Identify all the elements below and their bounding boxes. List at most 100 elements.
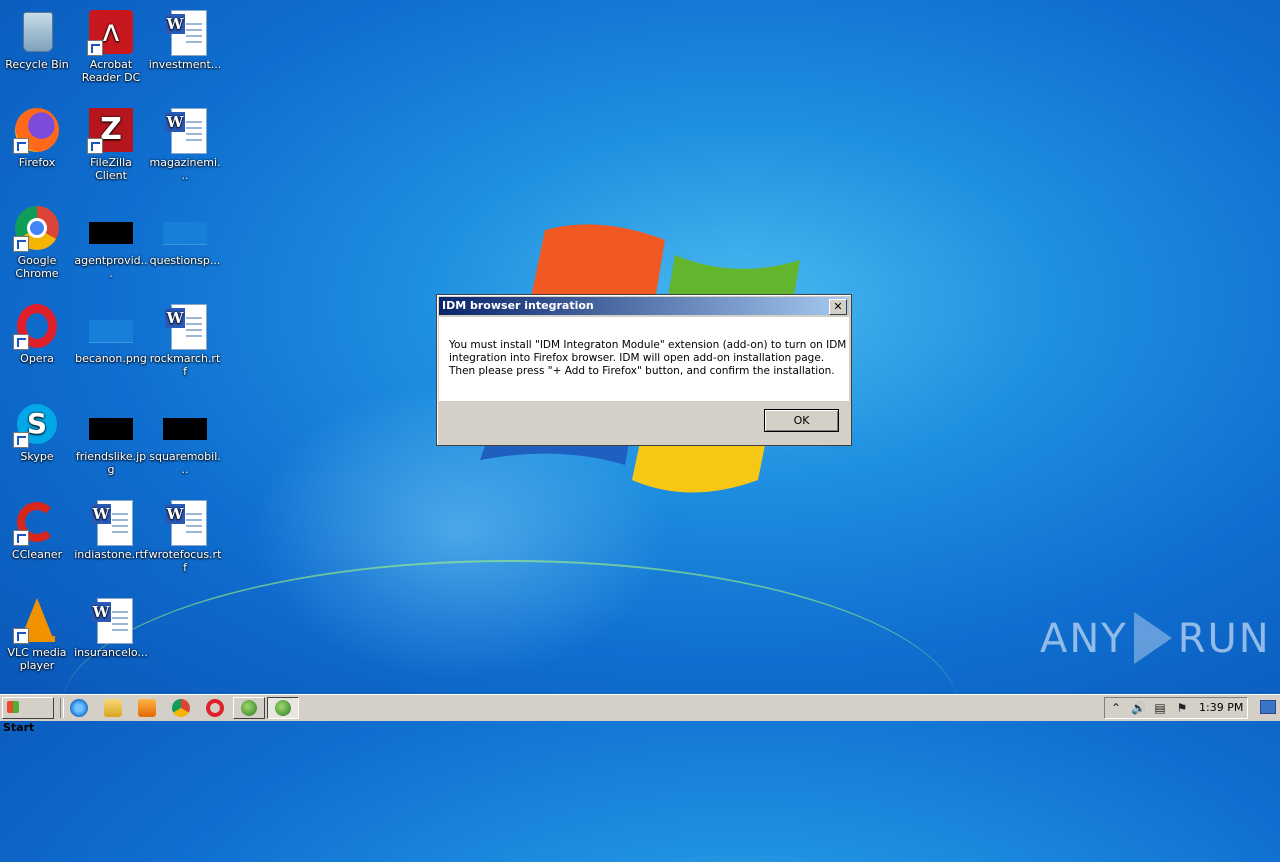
desktop-icon-filezilla[interactable]: Z FileZilla Client	[74, 102, 148, 182]
shortcut-arrow-icon	[13, 628, 29, 644]
ccleaner-icon	[13, 498, 61, 546]
taskbar-task-idm[interactable]	[233, 697, 265, 719]
desktop-icon-magazinemi[interactable]: W magazinemi...	[148, 102, 222, 182]
desktop-icon-acrobat[interactable]: ʌ Acrobat Reader DC	[74, 4, 148, 84]
icon-label: Acrobat Reader DC	[81, 58, 141, 84]
desktop-icon-vlc[interactable]: VLC media player	[0, 592, 74, 672]
icon-label: CCleaner	[11, 548, 63, 561]
desktop-icon-firefox[interactable]: Firefox	[0, 102, 74, 169]
message-line: Then please press "+ Add to Firefox" but…	[449, 365, 835, 377]
opera-icon	[13, 302, 61, 350]
chrome-taskbar-icon[interactable]	[172, 699, 190, 717]
taskbar-task-idm-dialog[interactable]	[267, 697, 299, 719]
recycle-bin-icon	[13, 8, 61, 56]
redacted-file-icon	[87, 204, 135, 252]
file-explorer-icon[interactable]	[104, 699, 122, 717]
show-hidden-icons-icon[interactable]: ⌃	[1109, 701, 1123, 715]
dialog-title: IDM browser integration	[442, 299, 594, 312]
dialog-message-area: You must install "IDM Integraton Module"…	[439, 317, 849, 401]
taskbar-separator	[60, 698, 64, 718]
desktop-icon-skype[interactable]: S Skype	[0, 396, 74, 463]
action-center-flag-icon[interactable]: ⚑	[1175, 701, 1189, 715]
network-icon[interactable]: ▤	[1153, 701, 1167, 715]
idm-integration-dialog: IDM browser integration ✕ You must insta…	[436, 294, 852, 446]
message-line: You must install "IDM Integraton Module"…	[449, 339, 847, 351]
shortcut-arrow-icon	[87, 138, 103, 154]
anyrun-watermark: ANY RUN	[1040, 612, 1271, 664]
icon-label: Firefox	[18, 156, 56, 169]
desktop-icon-wrotefocus[interactable]: W wrotefocus.rtf	[148, 494, 222, 574]
firefox-icon	[13, 106, 61, 154]
desktop-icon-insurancelo[interactable]: W insurancelo...	[74, 592, 148, 659]
desktop-icon-chrome[interactable]: Google Chrome	[0, 200, 74, 280]
redacted-file-icon	[87, 400, 135, 448]
icon-label: agentprovid...	[74, 254, 148, 280]
system-tray: ⌃ 🔊 ▤ ⚑ 1:39 PM	[1104, 697, 1248, 719]
windows-logo-icon	[7, 701, 19, 713]
word-document-icon: W	[87, 498, 135, 546]
message-line: integration into Firefox browser. IDM wi…	[449, 352, 825, 364]
desktop-icon-friendslike[interactable]: friendslike.jpg	[74, 396, 148, 476]
icon-label: investment...	[148, 58, 222, 71]
image-file-icon	[161, 204, 209, 252]
play-icon	[1133, 612, 1172, 664]
icon-label: rockmarch.rtf	[149, 352, 221, 378]
start-button[interactable]: Start	[2, 697, 54, 734]
skype-icon: S	[13, 400, 61, 448]
acrobat-icon: ʌ	[87, 8, 135, 56]
icon-label: VLC media player	[7, 646, 67, 672]
icon-label: friendslike.jpg	[75, 450, 147, 476]
filezilla-icon: Z	[87, 106, 135, 154]
media-player-icon[interactable]	[138, 699, 156, 717]
icon-label: Opera	[20, 352, 54, 365]
icon-label: Skype	[20, 450, 54, 463]
icon-label: questionsp...	[149, 254, 221, 267]
shortcut-arrow-icon	[13, 138, 29, 154]
redacted-file-icon	[161, 400, 209, 448]
close-icon[interactable]: ✕	[829, 299, 847, 315]
icon-label: magazinemi...	[149, 156, 221, 182]
icon-label: insurancelo...	[74, 646, 148, 659]
desktop-icon-agentprovid[interactable]: agentprovid...	[74, 200, 148, 280]
chrome-icon	[13, 204, 61, 252]
watermark-left: ANY	[1040, 616, 1128, 662]
clock[interactable]: 1:39 PM	[1199, 698, 1247, 718]
word-document-icon: W	[161, 106, 209, 154]
internet-explorer-icon[interactable]	[70, 699, 88, 717]
desktop-icon-opera[interactable]: Opera	[0, 298, 74, 365]
icon-label: Google Chrome	[15, 254, 59, 280]
desktop-icon-ccleaner[interactable]: CCleaner	[0, 494, 74, 561]
watermark-right: RUN	[1177, 616, 1271, 662]
shortcut-arrow-icon	[13, 432, 29, 448]
desktop-icon-squaremobil[interactable]: squaremobil...	[148, 396, 222, 476]
icon-label: FileZilla Client	[90, 156, 132, 182]
taskbar: Start ⌃ 🔊 ▤ ⚑ 1:39 PM	[0, 694, 1280, 734]
shortcut-arrow-icon	[13, 530, 29, 546]
show-desktop-button[interactable]	[1260, 700, 1276, 714]
word-document-icon: W	[161, 498, 209, 546]
desktop-icon-rockmarch[interactable]: W rockmarch.rtf	[148, 298, 222, 378]
vlc-cone-icon	[13, 596, 61, 644]
desktop-icon-questionsp[interactable]: questionsp...	[148, 200, 222, 267]
dialog-message: You must install "IDM Integraton Module"…	[449, 339, 847, 378]
desktop-icon-becanon[interactable]: becanon.png	[74, 298, 148, 365]
icon-label: squaremobil...	[149, 450, 221, 476]
icon-label: becanon.png	[75, 352, 147, 365]
image-file-icon	[87, 302, 135, 350]
volume-icon[interactable]: 🔊	[1131, 701, 1146, 715]
desktop-icon-recycle-bin[interactable]: Recycle Bin	[0, 4, 74, 71]
icon-label: Recycle Bin	[5, 58, 69, 71]
start-label: Start	[3, 721, 35, 734]
icon-label: indiastone.rtf	[74, 548, 148, 561]
idm-globe-icon	[241, 700, 257, 716]
desktop-icon-investment[interactable]: W investment...	[148, 4, 222, 71]
ok-button[interactable]: OK	[764, 409, 839, 432]
idm-globe-icon	[275, 700, 291, 716]
word-document-icon: W	[87, 596, 135, 644]
opera-taskbar-icon[interactable]	[206, 699, 224, 717]
icon-label: wrotefocus.rtf	[148, 548, 222, 574]
shortcut-arrow-icon	[87, 40, 103, 56]
desktop-icon-indiastone[interactable]: W indiastone.rtf	[74, 494, 148, 561]
shortcut-arrow-icon	[13, 236, 29, 252]
dialog-titlebar[interactable]: IDM browser integration ✕	[439, 297, 849, 315]
